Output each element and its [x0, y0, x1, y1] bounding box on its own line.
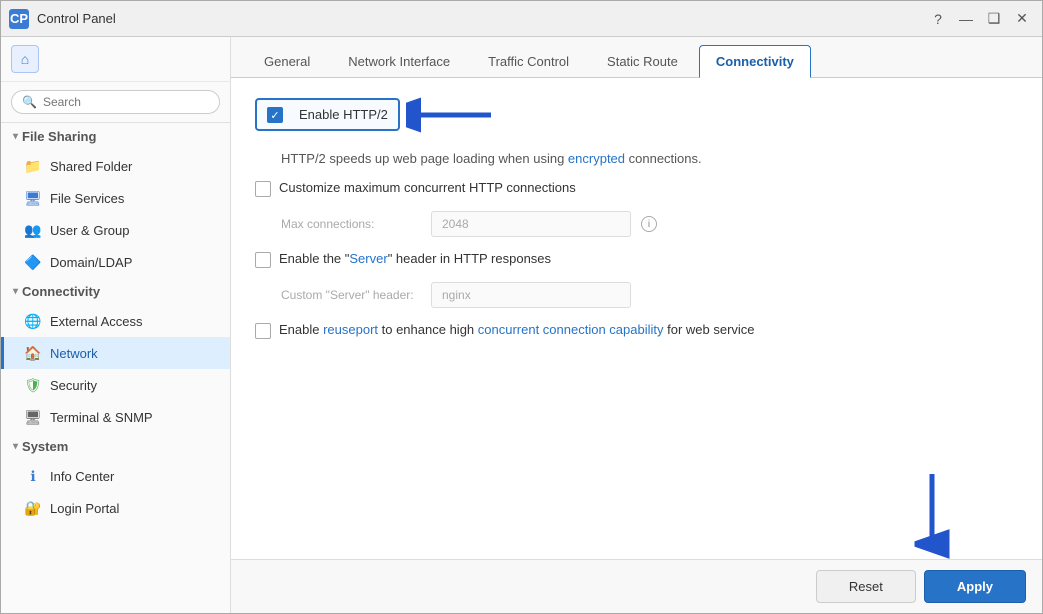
- sidebar-home-row: ⌂: [1, 37, 230, 82]
- enable-reuseport-checkbox[interactable]: [255, 323, 271, 339]
- sidebar-item-domain-ldap-label: Domain/LDAP: [50, 255, 132, 270]
- tab-connectivity[interactable]: Connectivity: [699, 45, 811, 78]
- search-icon: 🔍: [22, 95, 37, 109]
- max-connections-info-icon[interactable]: i: [641, 216, 657, 232]
- section-file-sharing-label: File Sharing: [22, 129, 96, 144]
- main-panel: General Network Interface Traffic Contro…: [231, 37, 1042, 613]
- section-system: ▾ System ℹ Info Center 🔐 Login Portal: [1, 433, 230, 524]
- tab-network-interface[interactable]: Network Interface: [331, 45, 467, 77]
- help-button[interactable]: ?: [926, 7, 950, 31]
- section-connectivity-label: Connectivity: [22, 284, 100, 299]
- customize-connections-checkbox[interactable]: [255, 181, 271, 197]
- content-area: ✓ Enable HTTP/2: [231, 78, 1042, 559]
- window-controls: ? — ❑ ✕: [926, 7, 1034, 31]
- window-body: ⌂ 🔍 ▾ File Sharing 📁 Shared Folder: [1, 37, 1042, 613]
- tab-traffic-control[interactable]: Traffic Control: [471, 45, 586, 77]
- section-connectivity: ▾ Connectivity 🌐 External Access 🏠 Netwo…: [1, 278, 230, 433]
- security-icon: 🛡: [24, 376, 42, 394]
- section-file-sharing-header[interactable]: ▾ File Sharing: [1, 123, 230, 150]
- custom-server-header-input[interactable]: [431, 282, 631, 308]
- reset-button[interactable]: Reset: [816, 570, 916, 603]
- window-title: Control Panel: [37, 11, 926, 26]
- custom-server-header-label: Custom "Server" header:: [281, 288, 421, 302]
- customize-connections-label: Customize maximum concurrent HTTP connec…: [279, 180, 576, 195]
- terminal-icon: 🖥: [24, 408, 42, 426]
- close-button[interactable]: ✕: [1010, 7, 1034, 31]
- enable-reuseport-label: Enable reuseport to enhance high concurr…: [279, 322, 755, 337]
- sidebar-item-info-center[interactable]: ℹ Info Center: [1, 460, 230, 492]
- sidebar-search-area: 🔍: [1, 82, 230, 123]
- search-input[interactable]: [43, 95, 209, 109]
- max-connections-row: Max connections: i: [281, 211, 1018, 237]
- arrow-http2-annotation: [406, 90, 496, 140]
- enable-http2-checkbox[interactable]: ✓: [267, 107, 283, 123]
- sidebar-item-security-label: Security: [50, 378, 97, 393]
- network-icon: 🏠: [24, 344, 42, 362]
- sidebar-item-security[interactable]: 🛡 Security: [1, 369, 230, 401]
- collapse-arrow-system-icon: ▾: [13, 441, 18, 452]
- app-icon: CP: [9, 9, 29, 29]
- arrow-apply-annotation: [902, 469, 962, 559]
- enable-http2-label: Enable HTTP/2: [299, 107, 388, 122]
- sidebar-item-file-services-label: File Services: [50, 191, 124, 206]
- domain-icon: 🔷: [24, 253, 42, 271]
- enable-server-header-checkbox[interactable]: [255, 252, 271, 268]
- collapse-arrow-connectivity-icon: ▾: [13, 286, 18, 297]
- enable-server-header-label: Enable the "Server" header in HTTP respo…: [279, 251, 551, 266]
- enable-reuseport-row: Enable reuseport to enhance high concurr…: [255, 322, 1018, 339]
- footer: Reset Apply: [231, 559, 1042, 613]
- section-file-sharing: ▾ File Sharing 📁 Shared Folder 🖥 File Se…: [1, 123, 230, 278]
- search-box[interactable]: 🔍: [11, 90, 220, 114]
- sidebar-item-shared-folder[interactable]: 📁 Shared Folder: [1, 150, 230, 182]
- sidebar-item-network-label: Network: [50, 346, 98, 361]
- home-button[interactable]: ⌂: [11, 45, 39, 73]
- info-center-icon: ℹ: [24, 467, 42, 485]
- custom-server-header-row: Custom "Server" header:: [281, 282, 1018, 308]
- control-panel-window: CP Control Panel ? — ❑ ✕ ⌂ 🔍: [0, 0, 1043, 614]
- sidebar-item-domain-ldap[interactable]: 🔷 Domain/LDAP: [1, 246, 230, 278]
- enable-server-header-row: Enable the "Server" header in HTTP respo…: [255, 251, 1018, 268]
- sidebar-item-file-services[interactable]: 🖥 File Services: [1, 182, 230, 214]
- sidebar-item-terminal-snmp-label: Terminal & SNMP: [50, 410, 153, 425]
- folder-icon: 📁: [24, 157, 42, 175]
- section-system-label: System: [22, 439, 68, 454]
- sidebar-item-shared-folder-label: Shared Folder: [50, 159, 132, 174]
- section-connectivity-header[interactable]: ▾ Connectivity: [1, 278, 230, 305]
- maximize-button[interactable]: ❑: [982, 7, 1006, 31]
- apply-button[interactable]: Apply: [924, 570, 1026, 603]
- user-group-icon: 👥: [24, 221, 42, 239]
- sidebar-item-login-portal-label: Login Portal: [50, 501, 119, 516]
- sidebar-item-terminal-snmp[interactable]: 🖥 Terminal & SNMP: [1, 401, 230, 433]
- sidebar-item-info-center-label: Info Center: [50, 469, 114, 484]
- sidebar-item-user-group-label: User & Group: [50, 223, 129, 238]
- collapse-arrow-icon: ▾: [13, 131, 18, 142]
- minimize-button[interactable]: —: [954, 7, 978, 31]
- max-connections-input[interactable]: [431, 211, 631, 237]
- sidebar-item-user-group[interactable]: 👥 User & Group: [1, 214, 230, 246]
- tab-bar: General Network Interface Traffic Contro…: [231, 37, 1042, 78]
- http2-description: HTTP/2 speeds up web page loading when u…: [281, 151, 1018, 166]
- tab-general[interactable]: General: [247, 45, 327, 77]
- file-services-icon: 🖥: [24, 189, 42, 207]
- sidebar-item-network[interactable]: 🏠 Network: [1, 337, 230, 369]
- customize-connections-row: Customize maximum concurrent HTTP connec…: [255, 180, 1018, 197]
- sidebar-item-external-access-label: External Access: [50, 314, 143, 329]
- sidebar-item-login-portal[interactable]: 🔐 Login Portal: [1, 492, 230, 524]
- section-system-header[interactable]: ▾ System: [1, 433, 230, 460]
- titlebar: CP Control Panel ? — ❑ ✕: [1, 1, 1042, 37]
- tab-static-route[interactable]: Static Route: [590, 45, 695, 77]
- max-connections-label: Max connections:: [281, 217, 421, 231]
- login-portal-icon: 🔐: [24, 499, 42, 517]
- sidebar-item-external-access[interactable]: 🌐 External Access: [1, 305, 230, 337]
- external-access-icon: 🌐: [24, 312, 42, 330]
- sidebar: ⌂ 🔍 ▾ File Sharing 📁 Shared Folder: [1, 37, 231, 613]
